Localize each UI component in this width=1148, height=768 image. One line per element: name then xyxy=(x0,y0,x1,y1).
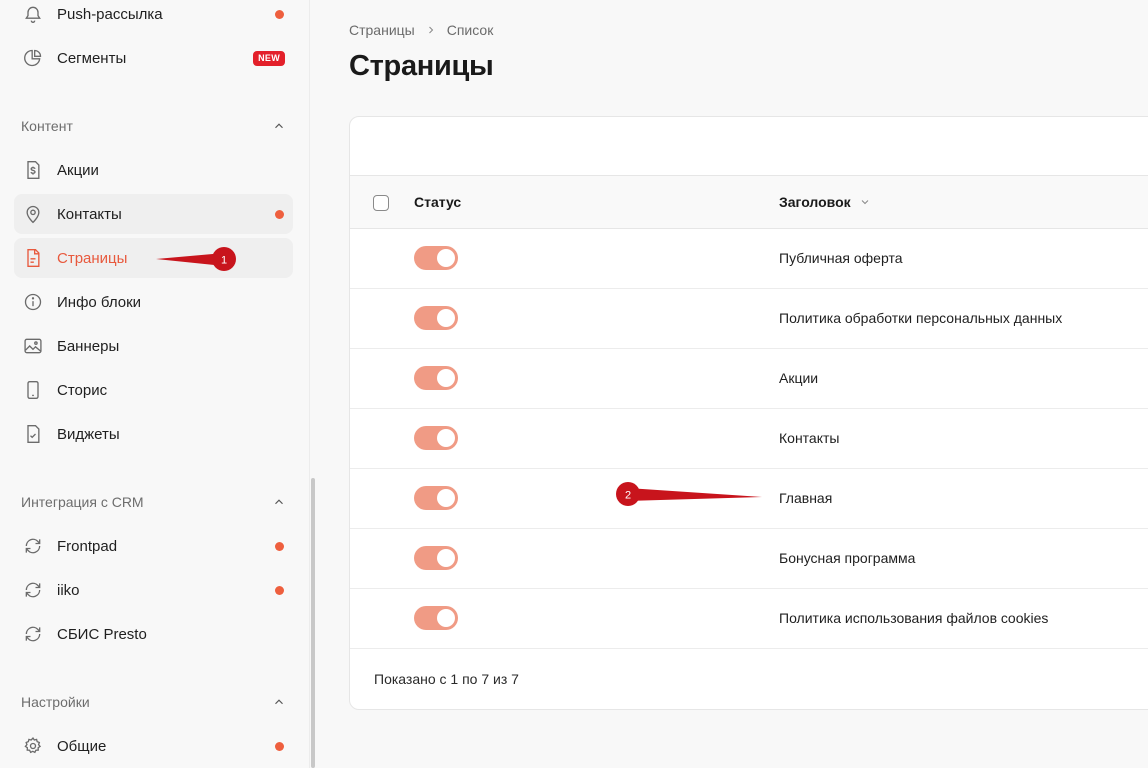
chevron-right-icon xyxy=(428,26,433,34)
status-toggle[interactable] xyxy=(414,366,458,390)
bell-icon xyxy=(22,3,44,25)
phone-icon xyxy=(22,379,44,401)
chevron-up-icon xyxy=(275,499,283,505)
page-title: Страницы xyxy=(349,50,494,82)
notification-dot xyxy=(275,742,284,751)
sidebar-item-iiko[interactable]: iiko xyxy=(14,570,293,610)
toggle-knob xyxy=(437,309,455,327)
pagination-summary: Показано с 1 по 7 из 7 xyxy=(374,671,519,687)
select-all-checkbox[interactable] xyxy=(373,195,389,211)
row-title[interactable]: Политика использования файлов cookies xyxy=(779,610,1048,626)
status-toggle[interactable] xyxy=(414,486,458,510)
sidebar-item-label: Сегменты xyxy=(57,49,127,67)
sidebar-item-label: Общие xyxy=(57,737,107,755)
sidebar-item-segments[interactable]: Сегменты NEW xyxy=(14,38,293,78)
sidebar-item-sbis-presto[interactable]: СБИС Presto xyxy=(14,614,293,654)
chevron-down-icon[interactable] xyxy=(859,196,871,208)
section-title: Интеграция с CRM xyxy=(21,494,144,510)
notification-dot xyxy=(275,210,284,219)
table-toolbar xyxy=(350,117,1148,176)
sidebar-item-label: Frontpad xyxy=(57,537,118,555)
status-toggle[interactable] xyxy=(414,546,458,570)
sidebar-item-banners[interactable]: Баннеры xyxy=(14,326,293,366)
section-header-settings[interactable]: Настройки xyxy=(21,694,286,710)
sidebar-item-label: Контакты xyxy=(57,205,122,223)
toggle-knob xyxy=(437,249,455,267)
sidebar-item-info-blocks[interactable]: Инфо блоки xyxy=(14,282,293,322)
sidebar-item-label: Push-рассылка xyxy=(57,5,163,23)
sidebar-item-label: СБИС Presto xyxy=(57,625,147,643)
page-icon xyxy=(22,247,44,269)
table-row[interactable]: Акции xyxy=(350,349,1148,409)
column-header-title-label: Заголовок xyxy=(779,194,851,210)
image-icon xyxy=(22,335,44,357)
table-header: Статус Заголовок xyxy=(350,176,1148,229)
table-row[interactable]: Политика использования файлов cookies xyxy=(350,589,1148,649)
table-row[interactable]: Главная xyxy=(350,469,1148,529)
sidebar-item-push[interactable]: Push-рассылка xyxy=(14,0,293,34)
notification-dot xyxy=(275,10,284,19)
sidebar-scrollbar[interactable] xyxy=(311,478,315,768)
section-title: Контент xyxy=(21,118,73,134)
table-footer: Показано с 1 по 7 из 7 xyxy=(350,649,1148,709)
row-title[interactable]: Акции xyxy=(779,370,818,386)
dollar-document-icon xyxy=(22,159,44,181)
pages-table-card: Статус Заголовок Публичная оферта Полити… xyxy=(349,116,1148,710)
sync-icon xyxy=(22,535,44,557)
breadcrumb-link-pages[interactable]: Страницы xyxy=(349,22,415,38)
status-toggle[interactable] xyxy=(414,306,458,330)
sync-icon xyxy=(22,579,44,601)
sidebar-item-label: Сторис xyxy=(57,381,108,399)
status-toggle[interactable] xyxy=(414,246,458,270)
table-row[interactable]: Контакты xyxy=(350,409,1148,469)
sidebar-item-label: Виджеты xyxy=(57,425,120,443)
row-title[interactable]: Политика обработки персональных данных xyxy=(779,310,1062,326)
status-toggle[interactable] xyxy=(414,426,458,450)
table-row[interactable]: Публичная оферта xyxy=(350,229,1148,289)
pie-chart-icon xyxy=(22,47,44,69)
breadcrumb-current: Список xyxy=(446,22,494,38)
row-title[interactable]: Публичная оферта xyxy=(779,250,903,266)
sidebar-item-label: Баннеры xyxy=(57,337,120,355)
chevron-up-icon xyxy=(275,699,283,705)
sidebar-item-promotions[interactable]: Акции xyxy=(14,150,293,190)
sidebar: Push-рассылка Сегменты NEW Контент Акции… xyxy=(0,0,310,768)
sidebar-item-label: Акции xyxy=(57,161,99,179)
new-badge: NEW xyxy=(253,51,285,66)
section-header-crm[interactable]: Интеграция с CRM xyxy=(21,494,286,510)
gear-icon xyxy=(22,735,44,757)
sync-icon xyxy=(22,623,44,645)
breadcrumb: Страницы Список xyxy=(349,22,493,38)
toggle-knob xyxy=(437,429,455,447)
toggle-knob xyxy=(437,609,455,627)
sidebar-item-stories[interactable]: Сторис xyxy=(14,370,293,410)
info-icon xyxy=(22,291,44,313)
row-title[interactable]: Контакты xyxy=(779,430,839,446)
checked-document-icon xyxy=(22,423,44,445)
section-title: Настройки xyxy=(21,694,90,710)
notification-dot xyxy=(275,542,284,551)
sidebar-item-pages[interactable]: Страницы xyxy=(14,238,293,278)
row-title[interactable]: Главная xyxy=(779,490,832,506)
notification-dot xyxy=(275,586,284,595)
sidebar-item-widgets[interactable]: Виджеты xyxy=(14,414,293,454)
map-pin-icon xyxy=(22,203,44,225)
sidebar-item-label: Страницы xyxy=(57,249,128,267)
sidebar-item-label: Инфо блоки xyxy=(57,293,142,311)
chevron-up-icon xyxy=(275,123,283,129)
column-header-status: Статус xyxy=(414,194,462,210)
sidebar-item-frontpad[interactable]: Frontpad xyxy=(14,526,293,566)
table-row[interactable]: Бонусная программа xyxy=(350,529,1148,589)
sidebar-item-contacts[interactable]: Контакты xyxy=(14,194,293,234)
status-toggle[interactable] xyxy=(414,606,458,630)
toggle-knob xyxy=(437,489,455,507)
sidebar-item-label: iiko xyxy=(57,581,80,599)
table-row[interactable]: Политика обработки персональных данных xyxy=(350,289,1148,349)
section-header-content[interactable]: Контент xyxy=(21,118,286,134)
row-title[interactable]: Бонусная программа xyxy=(779,550,915,566)
sidebar-item-general[interactable]: Общие xyxy=(14,726,293,766)
column-header-title[interactable]: Заголовок xyxy=(779,194,871,210)
toggle-knob xyxy=(437,549,455,567)
toggle-knob xyxy=(437,369,455,387)
